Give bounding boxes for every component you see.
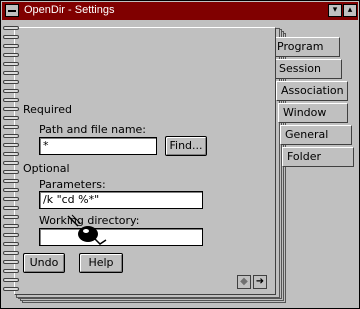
binding-ring xyxy=(3,260,19,264)
binding-ring xyxy=(3,98,19,102)
binding-ring xyxy=(3,62,19,66)
binding-ring xyxy=(3,179,19,183)
mouse-cursor-icon xyxy=(67,214,107,245)
title-bar[interactable]: OpenDir - Settings ▾ ▴ xyxy=(2,2,358,20)
tab-association[interactable]: Association xyxy=(276,81,348,101)
maximize-button[interactable]: ▴ xyxy=(343,4,357,17)
binding-ring xyxy=(3,287,19,291)
binding-ring xyxy=(3,215,19,219)
binding-ring xyxy=(3,152,19,156)
tab-label: Program xyxy=(277,40,324,53)
tab-label: Folder xyxy=(287,150,321,163)
next-page-arrow-icon[interactable]: ➜ xyxy=(253,275,267,289)
binding-ring xyxy=(3,80,19,84)
path-label: Path and file name: xyxy=(39,123,147,136)
binding-ring xyxy=(3,107,19,111)
binding-ring xyxy=(3,53,19,57)
binding-ring xyxy=(3,161,19,165)
tab-folder[interactable]: Folder xyxy=(282,147,354,167)
binding-ring xyxy=(3,170,19,174)
binding-ring xyxy=(3,233,19,237)
workdir-input[interactable] xyxy=(39,228,203,246)
undo-button-label: Undo xyxy=(29,256,59,269)
optional-section-label: Optional xyxy=(23,162,70,175)
undo-button[interactable]: Undo xyxy=(23,253,65,273)
tab-label: Association xyxy=(281,84,344,97)
binding-ring xyxy=(3,251,19,255)
binding-ring xyxy=(3,224,19,228)
spiral-binding xyxy=(2,26,20,298)
tab-program[interactable]: Program xyxy=(272,37,340,57)
tab-label: Session xyxy=(279,62,321,75)
notebook-area: Program Session Association Window Gener… xyxy=(2,20,358,308)
tab-label: Window xyxy=(283,106,327,119)
binding-ring xyxy=(3,134,19,138)
binding-ring xyxy=(3,26,19,30)
tab-label: General xyxy=(285,128,329,141)
minimize-button[interactable]: ▾ xyxy=(328,4,342,17)
settings-window: OpenDir - Settings ▾ ▴ Program Session A… xyxy=(0,0,360,309)
binding-ring xyxy=(3,125,19,129)
binding-ring xyxy=(3,89,19,93)
binding-ring xyxy=(3,143,19,147)
tab-window[interactable]: Window xyxy=(278,103,348,123)
binding-ring xyxy=(3,269,19,273)
binding-ring xyxy=(3,116,19,120)
window-title: OpenDir - Settings xyxy=(24,4,115,16)
notebook-page: Required Path and file name: * Find... O… xyxy=(14,27,276,295)
help-button[interactable]: Help xyxy=(79,253,123,273)
binding-ring xyxy=(3,206,19,210)
binding-ring xyxy=(3,71,19,75)
parameters-label: Parameters: xyxy=(39,178,106,191)
binding-ring xyxy=(3,242,19,246)
required-section-label: Required xyxy=(23,103,72,116)
binding-ring xyxy=(3,35,19,39)
system-menu-button[interactable] xyxy=(5,4,19,17)
path-input[interactable]: * xyxy=(39,137,157,155)
tab-general[interactable]: General xyxy=(280,125,352,145)
binding-ring xyxy=(3,188,19,192)
help-button-label: Help xyxy=(88,256,114,269)
binding-ring xyxy=(3,44,19,48)
prev-page-arrow-icon[interactable]: ◆ xyxy=(237,275,251,289)
tab-session[interactable]: Session xyxy=(274,59,342,79)
binding-ring xyxy=(3,197,19,201)
find-button-label: Find... xyxy=(169,139,203,152)
find-button[interactable]: Find... xyxy=(165,136,207,156)
parameters-input[interactable]: /k "cd %*" xyxy=(39,191,203,209)
binding-ring xyxy=(3,278,19,282)
